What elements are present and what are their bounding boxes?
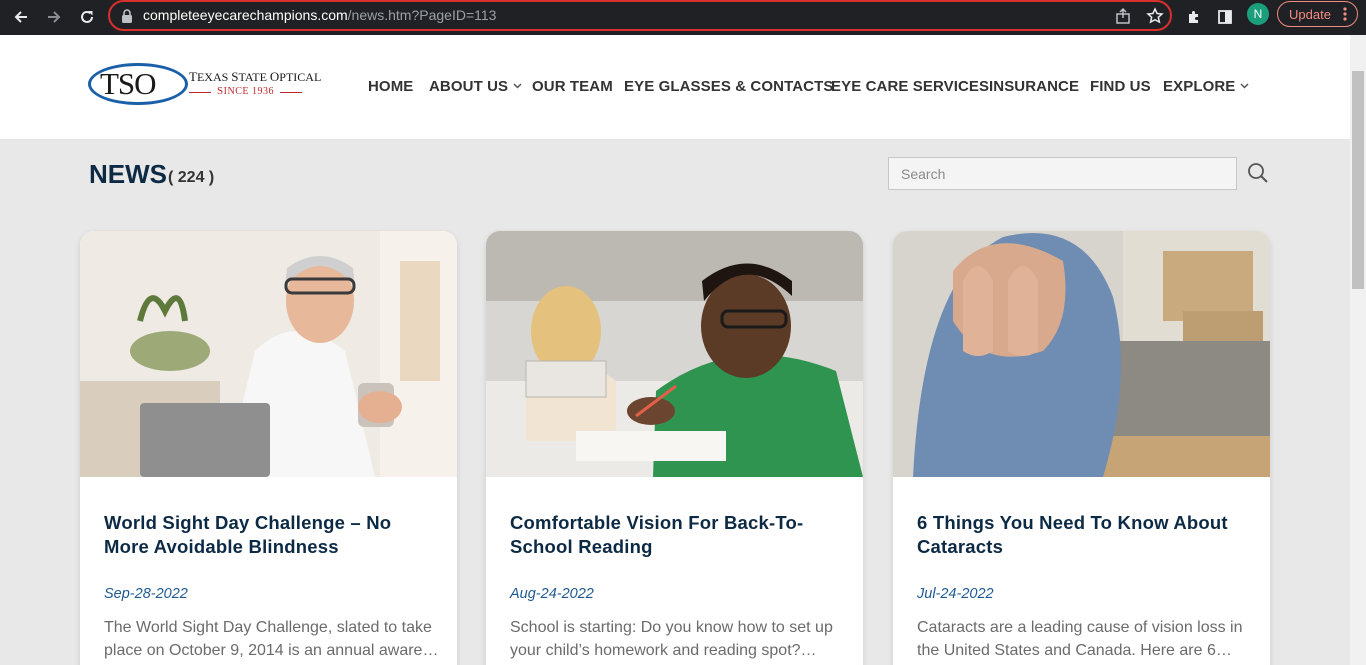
article-photo-boy-writing[interactable] [486, 231, 863, 477]
nav-eye-care-services[interactable]: EYE CARE SERVICES [831, 78, 989, 95]
article-date: Aug-24-2022 [510, 586, 594, 602]
news-count: ( 224 ) [168, 169, 215, 186]
nav-our-team[interactable]: OUR TEAM [532, 78, 613, 95]
article-title[interactable]: 6 Things You Need To Know About Cataract… [917, 511, 1252, 559]
tso-logo[interactable]: TSO TEXAS STATE OPTICAL SINCE 1936 [88, 62, 321, 108]
logo-mark: TSO [100, 66, 157, 101]
nav-eye-glasses-contacts[interactable]: EYE GLASSES & CONTACTS [624, 78, 833, 95]
address-bar[interactable]: completeeyecarechampions.com/news.htm?Pa… [108, 0, 1172, 31]
back-arrow-icon[interactable] [8, 4, 34, 30]
reload-icon[interactable] [74, 4, 100, 30]
logo-since: SINCE 1936 [189, 85, 302, 97]
article-excerpt: School is starting: Do you know how to s… [510, 619, 833, 659]
profile-avatar[interactable]: N [1247, 3, 1269, 25]
lock-icon [122, 9, 132, 23]
nav-home[interactable]: HOME [368, 78, 413, 95]
side-panel-icon[interactable] [1213, 5, 1237, 29]
article-excerpt: The World Sight Day Challenge, slated to… [104, 619, 439, 659]
scrollbar-thumb[interactable] [1352, 71, 1364, 289]
news-card[interactable]: Comfortable Vision For Back-To-School Re… [486, 231, 863, 665]
nav-about-us[interactable]: ABOUT US [429, 78, 522, 95]
share-icon[interactable] [1114, 7, 1132, 25]
search-icon[interactable] [1247, 162, 1269, 184]
browser-toolbar: completeeyecarechampions.com/news.htm?Pa… [0, 0, 1366, 35]
nav-find-us[interactable]: FIND US [1090, 78, 1151, 95]
forward-arrow-icon[interactable] [41, 4, 67, 30]
url-text: completeeyecarechampions.com/news.htm?Pa… [143, 7, 497, 23]
page-scrollbar[interactable] [1350, 35, 1366, 665]
chrome-update-button[interactable]: Update [1277, 1, 1358, 27]
news-card[interactable]: 6 Things You Need To Know About Cataract… [893, 231, 1270, 665]
article-title[interactable]: World Sight Day Challenge – No More Avoi… [104, 511, 439, 559]
article-date: Jul-24-2022 [917, 586, 994, 602]
search-input[interactable] [888, 157, 1237, 190]
nav-insurance[interactable]: INSURANCE [989, 78, 1079, 95]
logo-name: TEXAS STATE OPTICAL [189, 69, 322, 84]
article-title[interactable]: Comfortable Vision For Back-To-School Re… [510, 511, 845, 559]
chevron-down-icon [1240, 83, 1249, 89]
bookmark-star-icon[interactable] [1146, 7, 1164, 25]
article-excerpt: Cataracts are a leading cause of vision … [917, 619, 1243, 659]
page-title: NEWS [89, 159, 167, 189]
nav-explore[interactable]: EXPLORE [1163, 78, 1249, 95]
page-viewport: TSO TEXAS STATE OPTICAL SINCE 1936 HOME … [0, 35, 1350, 665]
more-menu-icon [1343, 7, 1347, 21]
chevron-down-icon [513, 83, 522, 89]
article-photo-person-covering-face[interactable] [893, 231, 1270, 477]
update-label: Update [1289, 6, 1331, 22]
news-card[interactable]: World Sight Day Challenge – No More Avoi… [80, 231, 457, 665]
article-date: Sep-28-2022 [104, 586, 188, 602]
site-header: TSO TEXAS STATE OPTICAL SINCE 1936 HOME … [0, 35, 1350, 139]
extensions-puzzle-icon[interactable] [1182, 5, 1206, 29]
article-photo-man-with-laptop[interactable] [80, 231, 457, 477]
